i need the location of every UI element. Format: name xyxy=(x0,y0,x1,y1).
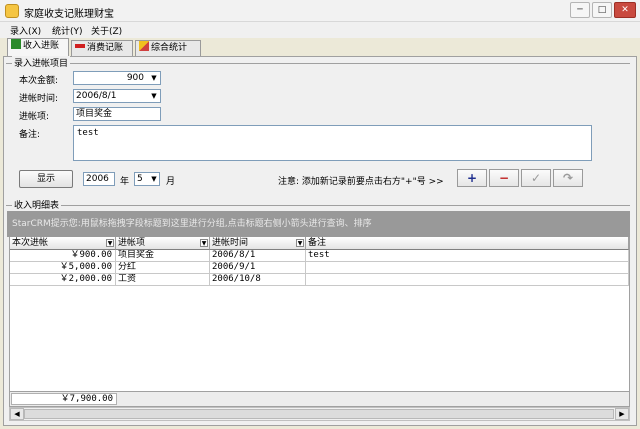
add-notice: 注意: 添加新记录前要点击右方"+"号 >> xyxy=(278,177,444,187)
cancel-button[interactable]: ↷ xyxy=(553,169,583,187)
minimize-button[interactable]: ─ xyxy=(570,2,590,18)
delete-record-button[interactable]: − xyxy=(489,169,519,187)
menu-about[interactable]: 关于(Z) xyxy=(91,24,122,37)
scroll-left-icon[interactable]: ◀ xyxy=(10,408,24,420)
amount-label: 本次金额: xyxy=(19,76,59,86)
table-cell[interactable]: 工资 xyxy=(116,274,210,286)
table-cell[interactable]: 2006/10/8 xyxy=(210,274,306,286)
table-cell[interactable]: ￥2,000.00 xyxy=(10,274,116,286)
note-textarea[interactable]: test xyxy=(73,125,592,161)
stats-tab-icon xyxy=(139,41,149,51)
income-tab-icon xyxy=(11,39,21,49)
column-header-note[interactable]: 备注 xyxy=(306,237,629,250)
dropdown-arrow-icon[interactable]: ▼ xyxy=(148,90,160,102)
menu-bar: 录入(X) 统计(Y) 关于(Z) xyxy=(0,22,640,38)
time-combo[interactable]: 2006/8/1 ▼ xyxy=(73,89,161,103)
confirm-button[interactable]: ✓ xyxy=(521,169,551,187)
tab-income[interactable]: 收入进账 xyxy=(7,38,69,56)
month-combo[interactable]: 5 ▼ xyxy=(134,172,160,186)
item-input[interactable]: 项目奖金 xyxy=(73,107,161,121)
grid-footer: ￥7,900.00 xyxy=(9,391,630,407)
title-bar: 家庭收支记账理财宝 ─ □ ✕ xyxy=(0,0,640,22)
dropdown-arrow-icon[interactable]: ▼ xyxy=(200,239,208,247)
year-input[interactable]: 2006 xyxy=(83,172,115,186)
dropdown-arrow-icon[interactable]: ▼ xyxy=(106,239,114,247)
entry-group-line xyxy=(6,63,630,64)
scroll-right-icon[interactable]: ▶ xyxy=(615,408,629,420)
income-grid: 本次进帐 ▼ 进帐项 ▼ 进帐时间 ▼ 备注 ￥900.00 项目奖金 2006… xyxy=(9,237,630,391)
dropdown-arrow-icon[interactable]: ▼ xyxy=(148,72,160,84)
tab-stats[interactable]: 综合统计 xyxy=(135,40,201,56)
time-value: 2006/8/1 xyxy=(76,91,117,101)
tab-expense[interactable]: 消费记账 xyxy=(71,40,133,56)
show-button[interactable]: 显示 xyxy=(19,170,73,188)
entry-group-title: 录入进帐项目 xyxy=(12,56,71,69)
column-header-date[interactable]: 进帐时间 ▼ xyxy=(210,237,306,250)
add-record-button[interactable]: + xyxy=(457,169,487,187)
group-by-hint[interactable]: StarCRM提示您:用鼠标拖拽字段标题到这里进行分组,点击标题右侧小箭头进行查… xyxy=(7,211,630,237)
table-cell[interactable]: 2006/9/1 xyxy=(210,262,306,274)
amount-combo[interactable]: 900 ▼ xyxy=(73,71,161,85)
amount-value: 900 xyxy=(126,73,144,83)
table-cell[interactable]: test xyxy=(306,250,629,262)
table-cell[interactable] xyxy=(306,274,629,286)
menu-entry[interactable]: 录入(X) xyxy=(10,24,41,37)
tab-bar: 收入进账 消费记账 综合统计 xyxy=(0,38,640,56)
details-group-line xyxy=(6,205,630,206)
note-label: 备注: xyxy=(19,130,41,140)
scroll-thumb[interactable] xyxy=(24,409,614,419)
table-cell[interactable]: ￥5,000.00 xyxy=(10,262,116,274)
tab-stats-label: 综合统计 xyxy=(151,43,188,53)
close-button[interactable]: ✕ xyxy=(614,2,636,18)
table-cell[interactable]: 项目奖金 xyxy=(116,250,210,262)
item-label: 进帐项: xyxy=(19,112,50,122)
expense-tab-icon xyxy=(75,44,85,48)
maximize-button[interactable]: □ xyxy=(592,2,612,18)
menu-statistics[interactable]: 统计(Y) xyxy=(52,24,83,37)
column-header-amount[interactable]: 本次进帐 ▼ xyxy=(10,237,116,250)
table-cell[interactable]: 分红 xyxy=(116,262,210,274)
tab-expense-label: 消费记账 xyxy=(87,43,124,53)
window-title: 家庭收支记账理财宝 xyxy=(24,9,114,20)
table-cell[interactable] xyxy=(306,262,629,274)
month-unit: 月 xyxy=(166,177,176,187)
horizontal-scrollbar[interactable]: ◀ ▶ xyxy=(9,407,630,421)
column-header-item[interactable]: 进帐项 ▼ xyxy=(116,237,210,250)
dropdown-arrow-icon[interactable]: ▼ xyxy=(296,239,304,247)
table-cell[interactable]: ￥900.00 xyxy=(10,250,116,262)
time-label: 进帐时间: xyxy=(19,94,59,104)
table-cell[interactable]: 2006/8/1 xyxy=(210,250,306,262)
app-icon xyxy=(5,4,19,18)
tab-income-label: 收入进账 xyxy=(23,41,60,51)
details-group-title: 收入明细表 xyxy=(12,198,62,211)
year-unit: 年 xyxy=(120,177,130,187)
total-amount: ￥7,900.00 xyxy=(11,393,117,405)
dropdown-arrow-icon[interactable]: ▼ xyxy=(149,173,159,185)
month-value: 5 xyxy=(137,174,143,184)
